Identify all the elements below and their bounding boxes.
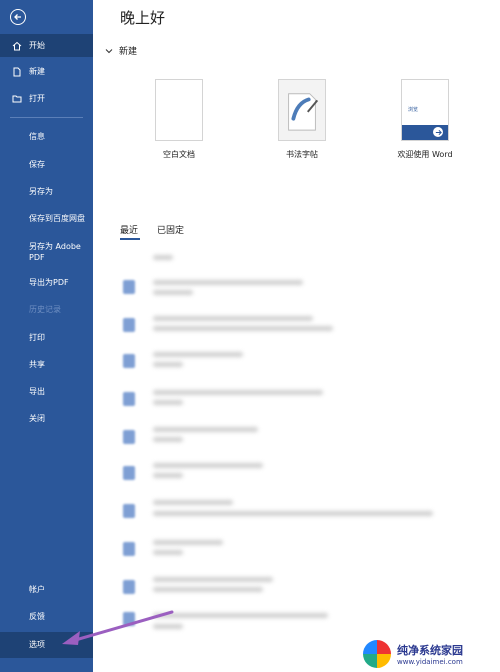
sidebar-item-export-pdf[interactable]: 导出为PDF bbox=[0, 277, 93, 288]
sidebar-item-save-as-pdf[interactable]: 另存为 Adobe PDF bbox=[0, 241, 93, 263]
list-header bbox=[153, 255, 173, 260]
word-file-icon bbox=[123, 504, 135, 518]
sidebar-item-label: 另存为 bbox=[29, 187, 53, 196]
sidebar-item-label: 新建 bbox=[29, 67, 45, 76]
sidebar-item-save-to-baidu[interactable]: 保存到百度网盘 bbox=[0, 213, 93, 224]
blank-document-tile[interactable] bbox=[155, 79, 203, 141]
watermark: 纯净系统家园 www.yidaimei.com bbox=[363, 636, 500, 672]
file-name bbox=[153, 500, 233, 505]
sidebar-item-label: 保存到百度网盘 bbox=[29, 214, 85, 223]
file-name bbox=[153, 427, 258, 432]
file-name bbox=[153, 613, 328, 618]
sidebar-item-label: 开始 bbox=[29, 41, 45, 50]
backstage-sidebar: 开始 新建 打开 信息 保存 另存为 保存到百度网盘 另存为 Adobe PDF… bbox=[0, 0, 93, 672]
sidebar-item-label: 打印 bbox=[29, 333, 45, 342]
word-file-icon bbox=[123, 354, 135, 368]
folder-open-icon bbox=[12, 94, 22, 104]
word-file-icon bbox=[123, 430, 135, 444]
file-path bbox=[153, 326, 333, 331]
arrow-right-icon bbox=[433, 127, 443, 137]
file-path bbox=[153, 400, 183, 405]
sidebar-item-export[interactable]: 导出 bbox=[0, 386, 93, 397]
sidebar-item-history: 历史记录 bbox=[0, 304, 93, 315]
sidebar-item-new[interactable]: 新建 bbox=[0, 66, 93, 77]
calligraphy-template-tile[interactable] bbox=[278, 79, 326, 141]
home-icon bbox=[12, 41, 22, 51]
back-button[interactable] bbox=[10, 9, 26, 25]
file-name bbox=[153, 540, 223, 545]
sidebar-item-share[interactable]: 共享 bbox=[0, 359, 93, 370]
sidebar-item-label: 帐户 bbox=[29, 585, 45, 594]
backstage-main: 晚上好 新建 空白文档 书法字帖 浏览 欢迎使用 Word 最近 已固定 bbox=[93, 0, 500, 672]
sidebar-item-open[interactable]: 打开 bbox=[0, 93, 93, 104]
word-file-icon bbox=[123, 280, 135, 294]
new-section-label: 新建 bbox=[119, 47, 138, 57]
sidebar-item-label: 选项 bbox=[29, 640, 45, 649]
welcome-tile-text: 浏览 bbox=[408, 107, 419, 113]
watermark-title: 纯净系统家园 bbox=[397, 644, 463, 657]
file-name bbox=[153, 280, 303, 285]
watermark-url: www.yidaimei.com bbox=[397, 658, 463, 666]
sidebar-item-label: 导出 bbox=[29, 387, 45, 396]
sidebar-item-account[interactable]: 帐户 bbox=[0, 584, 93, 595]
word-file-icon bbox=[123, 580, 135, 594]
annotation-arrow bbox=[62, 610, 174, 645]
file-name bbox=[153, 463, 263, 468]
watermark-logo-icon bbox=[363, 640, 391, 668]
sidebar-item-label: 另存为 Adobe PDF bbox=[29, 242, 81, 262]
greeting-title: 晚上好 bbox=[120, 9, 166, 27]
template-label: 欢迎使用 Word bbox=[397, 150, 453, 159]
new-document-icon bbox=[12, 67, 22, 77]
sidebar-item-save[interactable]: 保存 bbox=[0, 159, 93, 170]
sidebar-item-home[interactable]: 开始 bbox=[0, 34, 93, 57]
template-label: 书法字帖 bbox=[286, 150, 318, 159]
word-file-icon bbox=[123, 542, 135, 556]
file-path bbox=[153, 473, 183, 478]
sidebar-item-label: 共享 bbox=[29, 360, 45, 369]
tab-recent[interactable]: 最近 bbox=[120, 223, 138, 236]
template-label: 空白文档 bbox=[163, 150, 195, 159]
new-section-header[interactable]: 新建 bbox=[105, 44, 137, 57]
sidebar-item-label: 打开 bbox=[29, 94, 45, 103]
word-file-icon bbox=[123, 318, 135, 332]
file-path bbox=[153, 550, 183, 555]
file-name bbox=[153, 577, 273, 582]
sidebar-item-label: 历史记录 bbox=[29, 305, 61, 314]
word-file-icon bbox=[123, 466, 135, 480]
sidebar-item-print[interactable]: 打印 bbox=[0, 332, 93, 343]
file-name bbox=[153, 352, 243, 357]
sidebar-item-label: 反馈 bbox=[29, 612, 45, 621]
sidebar-divider bbox=[10, 117, 83, 118]
sidebar-item-close[interactable]: 关闭 bbox=[0, 413, 93, 424]
sidebar-item-info[interactable]: 信息 bbox=[0, 131, 93, 142]
sidebar-item-label: 关闭 bbox=[29, 414, 45, 423]
sidebar-item-label: 信息 bbox=[29, 132, 45, 141]
file-path bbox=[153, 587, 263, 592]
file-name bbox=[153, 390, 323, 395]
active-tab-indicator bbox=[120, 238, 140, 240]
tab-pinned[interactable]: 已固定 bbox=[157, 223, 184, 236]
word-file-icon bbox=[123, 392, 135, 406]
welcome-word-tile[interactable]: 浏览 bbox=[401, 79, 449, 141]
file-path bbox=[153, 290, 193, 295]
sidebar-item-save-as[interactable]: 另存为 bbox=[0, 186, 93, 197]
chevron-down-icon bbox=[105, 48, 113, 53]
sidebar-item-label: 导出为PDF bbox=[29, 278, 69, 287]
file-path bbox=[153, 437, 183, 442]
back-arrow-icon bbox=[14, 14, 21, 20]
calligraphy-brush-icon bbox=[288, 93, 319, 131]
file-name bbox=[153, 316, 313, 321]
sidebar-item-label: 保存 bbox=[29, 160, 45, 169]
file-path bbox=[153, 511, 433, 516]
file-path bbox=[153, 362, 183, 367]
